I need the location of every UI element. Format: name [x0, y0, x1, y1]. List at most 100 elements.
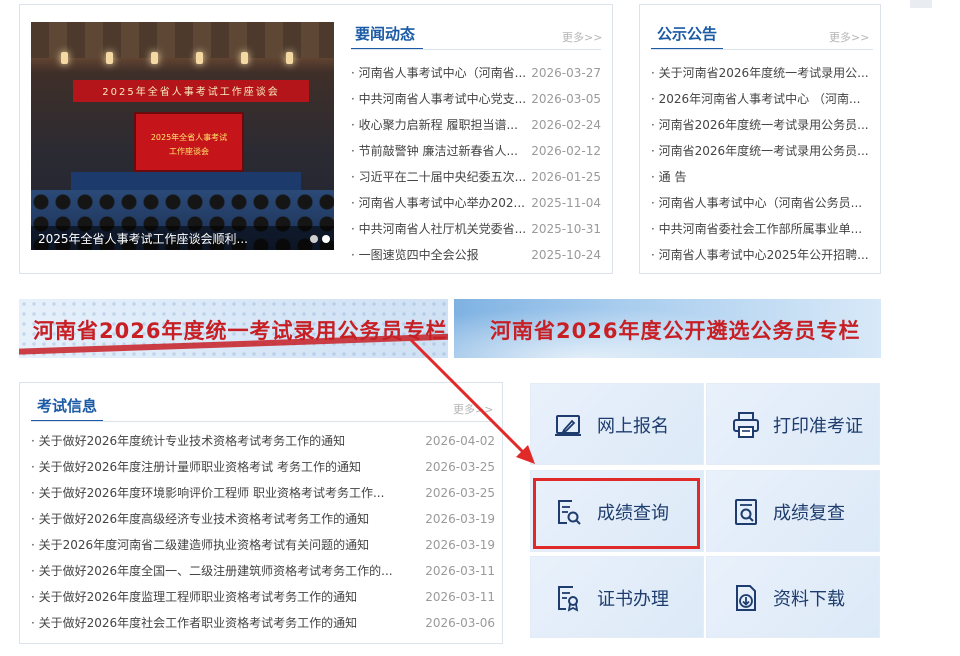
list-item[interactable]: · 节前敲警钟 廉洁过新春省人... 2026-02-12: [351, 138, 601, 164]
photo-screen-line-2: 工作座谈会: [169, 147, 209, 156]
carousel-dot-1[interactable]: [310, 235, 318, 243]
list-item[interactable]: · 河南省人事考试中心（河南省... 2026-03-27: [351, 60, 601, 86]
list-item[interactable]: · 关于做好2026年度全国一、二级注册建筑师资格考试考务工作的... 2026-…: [31, 558, 495, 584]
notice-more-link[interactable]: 更多>>: [829, 29, 869, 45]
list-item[interactable]: · 河南省2026年度统一考试录用公务员...: [651, 138, 873, 164]
news-item-title[interactable]: · 中共河南省人事考试中心党支...: [351, 86, 529, 112]
online-registration-button[interactable]: 网上报名: [530, 383, 704, 465]
exam-title-rule: [31, 421, 495, 422]
materials-download-button[interactable]: 资料下载: [706, 556, 880, 638]
notice-list: · 关于河南省2026年度统一考试录用公... · 2026年河南省人事考试中心…: [651, 60, 873, 268]
news-item-title[interactable]: · 习近平在二十届中央纪委五次...: [351, 164, 529, 190]
certificate-processing-button[interactable]: 证书办理: [530, 556, 704, 638]
list-item[interactable]: · 河南省人事考试中心（河南省公务员...: [651, 190, 873, 216]
news-item-title[interactable]: · 中共河南省人社厅机关党委省...: [351, 216, 529, 242]
notice-panel: 公示公告 更多>> · 关于河南省2026年度统一考试录用公... · 2026…: [639, 4, 881, 274]
list-item[interactable]: · 河南省2026年度统一考试录用公务员...: [651, 112, 873, 138]
notice-item-title[interactable]: · 通 告: [651, 164, 873, 190]
civil-servant-exam-banner[interactable]: 河南省2026年度统一考试录用公务员专栏: [19, 299, 448, 358]
exam-item-title[interactable]: · 关于做好2026年度监理工程师职业资格考试考务工作的通知: [31, 584, 411, 610]
photo-lamp: [106, 52, 113, 64]
notice-item-title[interactable]: · 河南省人事考试中心（河南省公务员...: [651, 190, 873, 216]
score-query-highlight-box: [533, 478, 700, 549]
list-item[interactable]: · 2026年河南省人事考试中心 （河南...: [651, 86, 873, 112]
exam-info-panel: 考试信息 更多>> · 关于做好2026年度统计专业技术资格考试考务工作的通知 2…: [19, 382, 503, 644]
notice-item-title[interactable]: · 河南省人事考试中心2025年公开招聘...: [651, 242, 873, 268]
exam-item-title[interactable]: · 关于做好2026年度高级经济专业技术资格考试考务工作的通知: [31, 506, 411, 532]
exam-item-date: 2026-03-19: [425, 538, 495, 552]
news-item-date: 2026-02-24: [531, 118, 601, 132]
news-item-date: 2025-10-31: [531, 222, 601, 236]
notice-item-title[interactable]: · 中共河南省委社会工作部所属事业单...: [651, 216, 873, 242]
page-edge-strip: [910, 0, 932, 8]
notice-section-title[interactable]: 公示公告: [657, 23, 717, 44]
photo-lamp: [286, 52, 293, 64]
exam-item-date: 2026-03-06: [425, 616, 495, 630]
printer-icon: [733, 412, 759, 438]
news-section-title[interactable]: 要闻动态: [355, 23, 415, 44]
list-item[interactable]: · 习近平在二十届中央纪委五次... 2026-01-25: [351, 164, 601, 190]
news-more-link[interactable]: 更多>>: [562, 29, 602, 45]
carousel-caption[interactable]: 2025年全省人事考试工作座谈会顺利...: [38, 230, 248, 247]
list-item[interactable]: · 河南省人事考试中心2025年公开招聘...: [651, 242, 873, 268]
photo-hall-banner: 2025年全省人事考试工作座谈会: [73, 80, 309, 102]
news-item-date: 2025-10-24: [531, 248, 601, 262]
news-item-title[interactable]: · 一图速览四中全会公报: [351, 242, 529, 268]
notice-item-title[interactable]: · 2026年河南省人事考试中心 （河南...: [651, 86, 873, 112]
news-item-title[interactable]: · 河南省人事考试中心举办202...: [351, 190, 529, 216]
list-item[interactable]: · 中共河南省人社厅机关党委省... 2025-10-31: [351, 216, 601, 242]
score-review-icon: [735, 499, 757, 525]
list-item[interactable]: · 关于做好2026年度社会工作者职业资格考试考务工作的通知 2026-03-06: [31, 610, 495, 636]
exam-item-title[interactable]: · 关于2026年度河南省二级建造师执业资格考试有关问题的通知: [31, 532, 411, 558]
exam-more-link[interactable]: 更多>>: [453, 401, 493, 417]
list-item[interactable]: · 收心聚力启新程 履职担当谱... 2026-02-24: [351, 112, 601, 138]
news-title-rule: [351, 49, 601, 50]
exam-item-date: 2026-03-19: [425, 512, 495, 526]
notice-item-title[interactable]: · 关于河南省2026年度统一考试录用公...: [651, 60, 873, 86]
list-item[interactable]: · 通 告: [651, 164, 873, 190]
photo-lamp: [151, 52, 158, 64]
edit-form-icon: [555, 415, 581, 436]
list-item[interactable]: · 中共河南省委社会工作部所属事业单...: [651, 216, 873, 242]
news-panel: 2025年全省人事考试工作座谈会 2025年全省人事考试 工作座谈会 2025年…: [19, 4, 613, 274]
exam-item-title[interactable]: · 关于做好2026年度全国一、二级注册建筑师资格考试考务工作的...: [31, 558, 411, 584]
list-item[interactable]: · 关于做好2026年度注册计量师职业资格考试 考务工作的通知 2026-03-2…: [31, 454, 495, 480]
news-carousel[interactable]: 2025年全省人事考试工作座谈会 2025年全省人事考试 工作座谈会 2025年…: [31, 22, 334, 250]
photo-screen-line-1: 2025年全省人事考试: [150, 133, 228, 142]
news-item-title[interactable]: · 收心聚力启新程 履职担当谱...: [351, 112, 529, 138]
news-item-title[interactable]: · 节前敲警钟 廉洁过新春省人...: [351, 138, 529, 164]
list-item[interactable]: · 关于做好2026年度监理工程师职业资格考试考务工作的通知 2026-03-11: [31, 584, 495, 610]
news-item-date: 2026-03-27: [531, 66, 601, 80]
notice-item-title[interactable]: · 河南省2026年度统一考试录用公务员...: [651, 138, 873, 164]
notice-item-title[interactable]: · 河南省2026年度统一考试录用公务员...: [651, 112, 873, 138]
list-item[interactable]: · 关于2026年度河南省二级建造师执业资格考试有关问题的通知 2026-03-1…: [31, 532, 495, 558]
list-item[interactable]: · 关于河南省2026年度统一考试录用公...: [651, 60, 873, 86]
civil-servant-exam-banner-text: 河南省2026年度统一考试录用公务员专栏: [33, 319, 448, 343]
list-item[interactable]: · 河南省人事考试中心举办202... 2025-11-04: [351, 190, 601, 216]
exam-item-title[interactable]: · 关于做好2026年度统计专业技术资格考试考务工作的通知: [31, 428, 411, 454]
list-item[interactable]: · 关于做好2026年度环境影响评价工程师 职业资格考试考务工作... 2026-…: [31, 480, 495, 506]
notice-title-rule: [651, 49, 873, 50]
exam-item-date: 2026-04-02: [425, 434, 495, 448]
list-item[interactable]: · 一图速览四中全会公报 2025-10-24: [351, 242, 601, 268]
certificate-icon: [558, 586, 579, 612]
score-review-button[interactable]: 成绩复查: [706, 470, 880, 552]
civil-servant-selection-banner[interactable]: 河南省2026年度公开遴选公务员专栏: [454, 299, 881, 358]
news-item-title[interactable]: · 河南省人事考试中心（河南省...: [351, 60, 529, 86]
download-icon: [736, 585, 756, 611]
list-item[interactable]: · 中共河南省人事考试中心党支... 2026-03-05: [351, 86, 601, 112]
exam-item-title[interactable]: · 关于做好2026年度社会工作者职业资格考试考务工作的通知: [31, 610, 411, 636]
exam-item-title[interactable]: · 关于做好2026年度注册计量师职业资格考试 考务工作的通知: [31, 454, 411, 480]
exam-item-title[interactable]: · 关于做好2026年度环境影响评价工程师 职业资格考试考务工作...: [31, 480, 411, 506]
materials-download-label: 资料下载: [773, 589, 845, 610]
exam-item-date: 2026-03-11: [425, 564, 495, 578]
photo-hall-banner-text: 2025年全省人事考试工作座谈会: [102, 87, 280, 98]
print-admission-ticket-button[interactable]: 打印准考证: [706, 383, 880, 465]
list-item[interactable]: · 关于做好2026年度统计专业技术资格考试考务工作的通知 2026-04-02: [31, 428, 495, 454]
carousel-dot-2[interactable]: [322, 235, 330, 243]
news-item-date: 2025-11-04: [531, 196, 601, 210]
list-item[interactable]: · 关于做好2026年度高级经济专业技术资格考试考务工作的通知 2026-03-1…: [31, 506, 495, 532]
photo-lamp: [61, 52, 68, 64]
exam-section-title[interactable]: 考试信息: [37, 395, 97, 416]
photo-lamp: [241, 52, 248, 64]
